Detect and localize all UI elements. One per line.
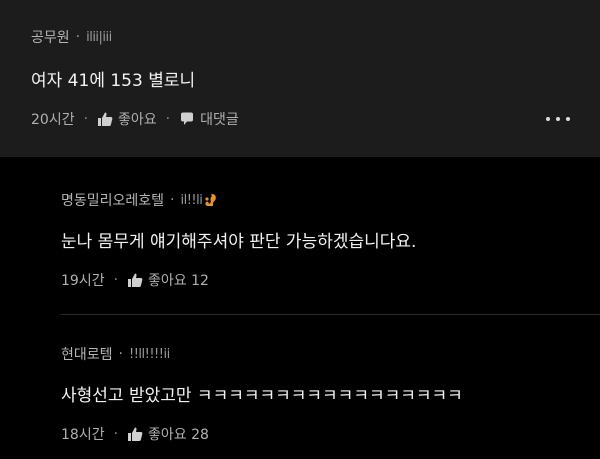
reply-card: 현대로템 · !!ll!!!!ii 사형선고 받았고만 ㅋㅋㅋㅋㅋㅋㅋㅋㅋㅋㅋㅋ…: [61, 315, 600, 444]
meta-separator: ·: [170, 192, 175, 208]
reply-time: 18시간: [61, 427, 105, 443]
user-rank: !!ll!!!!ii: [128, 346, 170, 362]
thumbs-up-icon: [128, 273, 143, 287]
user-rank: il!!li: [180, 192, 203, 208]
reply-card: 명동밀리오레호텔 · il!!li 눈나 몸무게 얘기해주셔야 판단 가능하겠습…: [61, 157, 600, 315]
action-separator: ·: [165, 111, 171, 127]
meta-separator: ·: [75, 29, 81, 45]
reply-text: 눈나 몸무게 얘기해주셔야 판단 가능하겠습니다요.: [61, 232, 417, 252]
speech-bubble-icon: [181, 112, 194, 125]
reply-text: 사형선고 받았고만 ㅋㅋㅋㅋㅋㅋㅋㅋㅋㅋㅋㅋㅋㅋㅋㅋㅋ: [61, 386, 463, 406]
reply-meta: 명동밀리오레호텔 · il!!li: [61, 190, 600, 210]
comment-meta: 공무원 · ilii|iii: [31, 27, 600, 47]
reply-time: 19시간: [61, 273, 105, 289]
action-separator: ·: [113, 272, 119, 288]
like-button[interactable]: 좋아요: [97, 109, 157, 129]
comment-card: 공무원 · ilii|iii 여자 41에 153 별로니 20시간 · 좋아요…: [0, 0, 600, 157]
comment-actions: 20시간 · 좋아요 · 대댓글: [31, 109, 600, 129]
like-button[interactable]: 좋아요 12: [127, 270, 209, 290]
thumbs-up-icon: [98, 112, 113, 126]
comment-time: 20시간: [31, 112, 75, 128]
comment-text: 여자 41에 153 별로니: [31, 71, 196, 91]
action-separator: ·: [83, 111, 89, 127]
like-count: 좋아요 28: [148, 427, 209, 443]
reply-button[interactable]: 대댓글: [179, 109, 239, 129]
reply-actions: 18시간 · 좋아요 28: [61, 424, 600, 444]
more-options-button[interactable]: [546, 112, 570, 126]
reply-meta: 현대로템 · !!ll!!!!ii: [61, 344, 600, 364]
like-label: 좋아요: [118, 112, 157, 128]
action-separator: ·: [113, 426, 119, 442]
user-rank: ilii|iii: [86, 29, 112, 45]
thumbs-up-icon: [128, 427, 143, 441]
like-button[interactable]: 좋아요 28: [127, 424, 209, 444]
comment-author[interactable]: 공무원: [31, 27, 70, 47]
reply-actions: 19시간 · 좋아요 12: [61, 270, 600, 290]
like-count: 좋아요 12: [148, 273, 209, 289]
meta-separator: ·: [118, 346, 123, 362]
reply-author[interactable]: 명동밀리오레호텔: [61, 190, 164, 210]
reply-label: 대댓글: [200, 112, 239, 128]
more-dots-icon: [546, 117, 550, 121]
reply-author[interactable]: 현대로템: [61, 344, 113, 364]
squirrel-icon: [205, 194, 217, 206]
